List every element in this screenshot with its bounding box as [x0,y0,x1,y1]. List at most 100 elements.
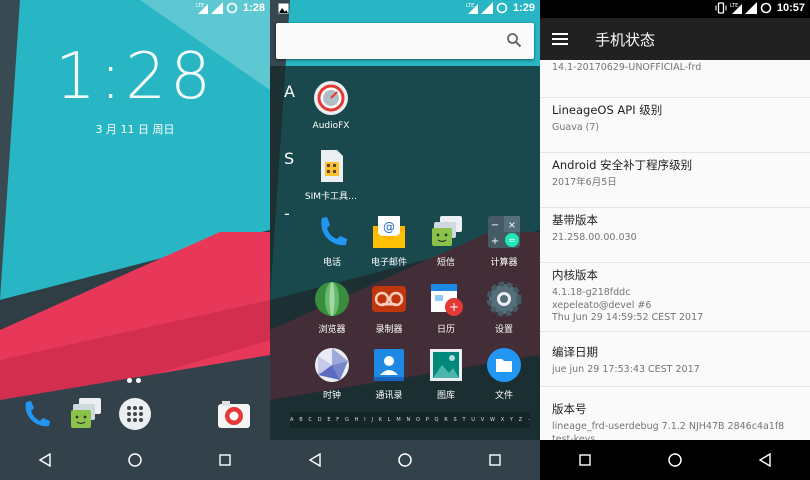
app-calculator[interactable]: − × + = 计算器 [473,214,535,268]
back-button[interactable] [745,442,785,478]
app-label: 浏览器 [318,325,346,335]
scroller-letter[interactable]: Z [519,417,522,423]
scroller-letter[interactable]: B [299,417,302,423]
app-email[interactable]: @ 电子邮件 [358,214,420,268]
list-item-build-number[interactable]: 版本号 lineage_frd-userdebug 7.1.2 NJH47B 2… [540,387,810,444]
scroller-letter[interactable]: V [481,417,484,423]
scroller-letter[interactable]: J [371,417,372,423]
messaging-icon[interactable] [67,396,103,432]
item-title: Android 安全补丁程序级别 [552,158,693,172]
list-item-baseband[interactable]: 基带版本 21.258.00.00.030 [540,208,810,263]
item-summary: Guava (7) [552,122,600,133]
app-contacts[interactable]: 通讯录 [358,347,420,401]
scroller-letter[interactable]: E [327,417,330,423]
app-drawer-icon[interactable] [117,396,153,432]
status-list[interactable]: 14.1-20170629-UNOFFICIAL-frd LineageOS A… [540,60,810,444]
app-settings[interactable]: 设置 [473,281,535,335]
back-button[interactable] [295,442,335,478]
back-button[interactable] [25,442,65,478]
scroller-letter[interactable]: O [416,417,420,423]
scroller-letter[interactable]: T [462,417,465,423]
scroller-letter[interactable]: Y [510,417,513,423]
scroller-letter[interactable]: - [528,417,530,423]
phone-status-screen: LTE 10:57 手机状态 14.1-20170629-UNOFFICIAL-… [540,0,810,480]
signal-icon [480,2,493,14]
app-label: 录制器 [375,325,403,335]
search-icon[interactable] [506,32,522,48]
list-item-build-date[interactable]: 编译日期 jue jun 29 17:53:43 CEST 2017 [540,332,810,387]
menu-icon[interactable] [550,28,572,50]
app-search-input[interactable] [276,23,534,59]
scroller-letter[interactable]: G [345,417,349,423]
sim-toolkit-icon [321,150,343,182]
scroller-letter[interactable]: L [388,417,391,423]
scroller-letter[interactable]: W [490,417,495,423]
item-title: 内核版本 [552,268,598,282]
scroller-letter[interactable]: Q [435,417,439,423]
back-icon [308,453,321,467]
app-label: 日历 [436,325,455,335]
scroller-letter[interactable]: C [308,417,312,423]
battery-charging-icon [496,2,508,14]
app-recorder[interactable]: 录制器 [358,281,420,335]
scroller-letter[interactable]: P [426,417,429,423]
item-title: 版本号 [552,402,587,416]
status-bar: LTE 10:57 [540,0,810,18]
scroller-letter[interactable]: I [364,417,365,423]
scroller-letter[interactable]: A [290,417,293,423]
camera-icon[interactable] [216,396,252,432]
scroller-letter[interactable]: S [453,417,456,423]
app-files[interactable]: 文件 [473,347,535,401]
scroller-letter[interactable]: M [396,417,400,423]
app-label: AudioFX [312,121,350,131]
home-icon [128,453,142,467]
recents-button[interactable] [565,442,605,478]
svg-text:@: @ [383,220,395,234]
app-sim-toolkit[interactable]: SIM卡工具… [300,148,362,202]
email-icon: @ [373,216,405,248]
battery-charging-icon [226,2,238,14]
app-gallery[interactable]: 图库 [415,347,477,401]
list-item-lineage-api[interactable]: LineageOS API 级别 Guava (7) [540,98,810,153]
app-clock[interactable]: 时钟 [301,347,363,401]
section-letter: - [284,204,290,223]
home-button[interactable] [115,442,155,478]
lock-clock: 1:28 [55,40,215,114]
app-audiofx[interactable]: AudioFX [300,80,362,131]
lock-date: 3 月 11 日 周日 [95,123,175,136]
recents-button[interactable] [475,442,515,478]
scroller-letter[interactable]: X [501,417,504,423]
item-summary: 21.258.00.00.030 [552,232,637,243]
scroller-letter[interactable]: N [406,417,410,423]
recents-button[interactable] [205,442,245,478]
app-browser[interactable]: 浏览器 [301,281,363,335]
scroller-letter[interactable]: H [355,417,359,423]
lte-signal-icon: LTE [466,3,478,14]
recorder-icon [372,286,406,312]
app-calendar[interactable]: + 日历 [415,281,477,335]
app-label: SIM卡工具… [304,192,358,202]
recents-icon [489,454,501,466]
image-notification-icon [278,3,289,14]
list-item-security-patch[interactable]: Android 安全补丁程序级别 2017年6月5日 [540,153,810,208]
status-time: 10:57 [776,2,805,14]
scroller-letter[interactable]: U [471,417,475,423]
home-button[interactable] [655,442,695,478]
scroller-letter[interactable]: R [444,417,447,423]
svg-text:LTE: LTE [730,3,738,9]
scroller-letter[interactable]: D [318,417,322,423]
app-messaging[interactable]: 短信 [415,214,477,268]
status-time: 1:29 [512,2,535,14]
app-label: 通讯录 [375,391,403,401]
home-button[interactable] [385,442,425,478]
calendar-icon: + [431,284,463,316]
scroller-letter[interactable]: F [336,417,339,423]
list-item-version[interactable]: 14.1-20170629-UNOFFICIAL-frd [540,60,810,98]
list-item-kernel[interactable]: 内核版本 4.1.18-g218fddc xepeleato@devel #6 … [540,263,810,332]
scroller-letter[interactable]: K [379,417,382,423]
svg-text:LTE: LTE [196,3,204,9]
section-letter: A [284,82,295,101]
app-phone[interactable]: 电话 [301,214,363,268]
phone-icon[interactable] [18,396,54,432]
fast-scroll-alphabet[interactable]: ABCDEFGHIJ KLMNOPQRSTUVWXYZ- [290,412,530,428]
